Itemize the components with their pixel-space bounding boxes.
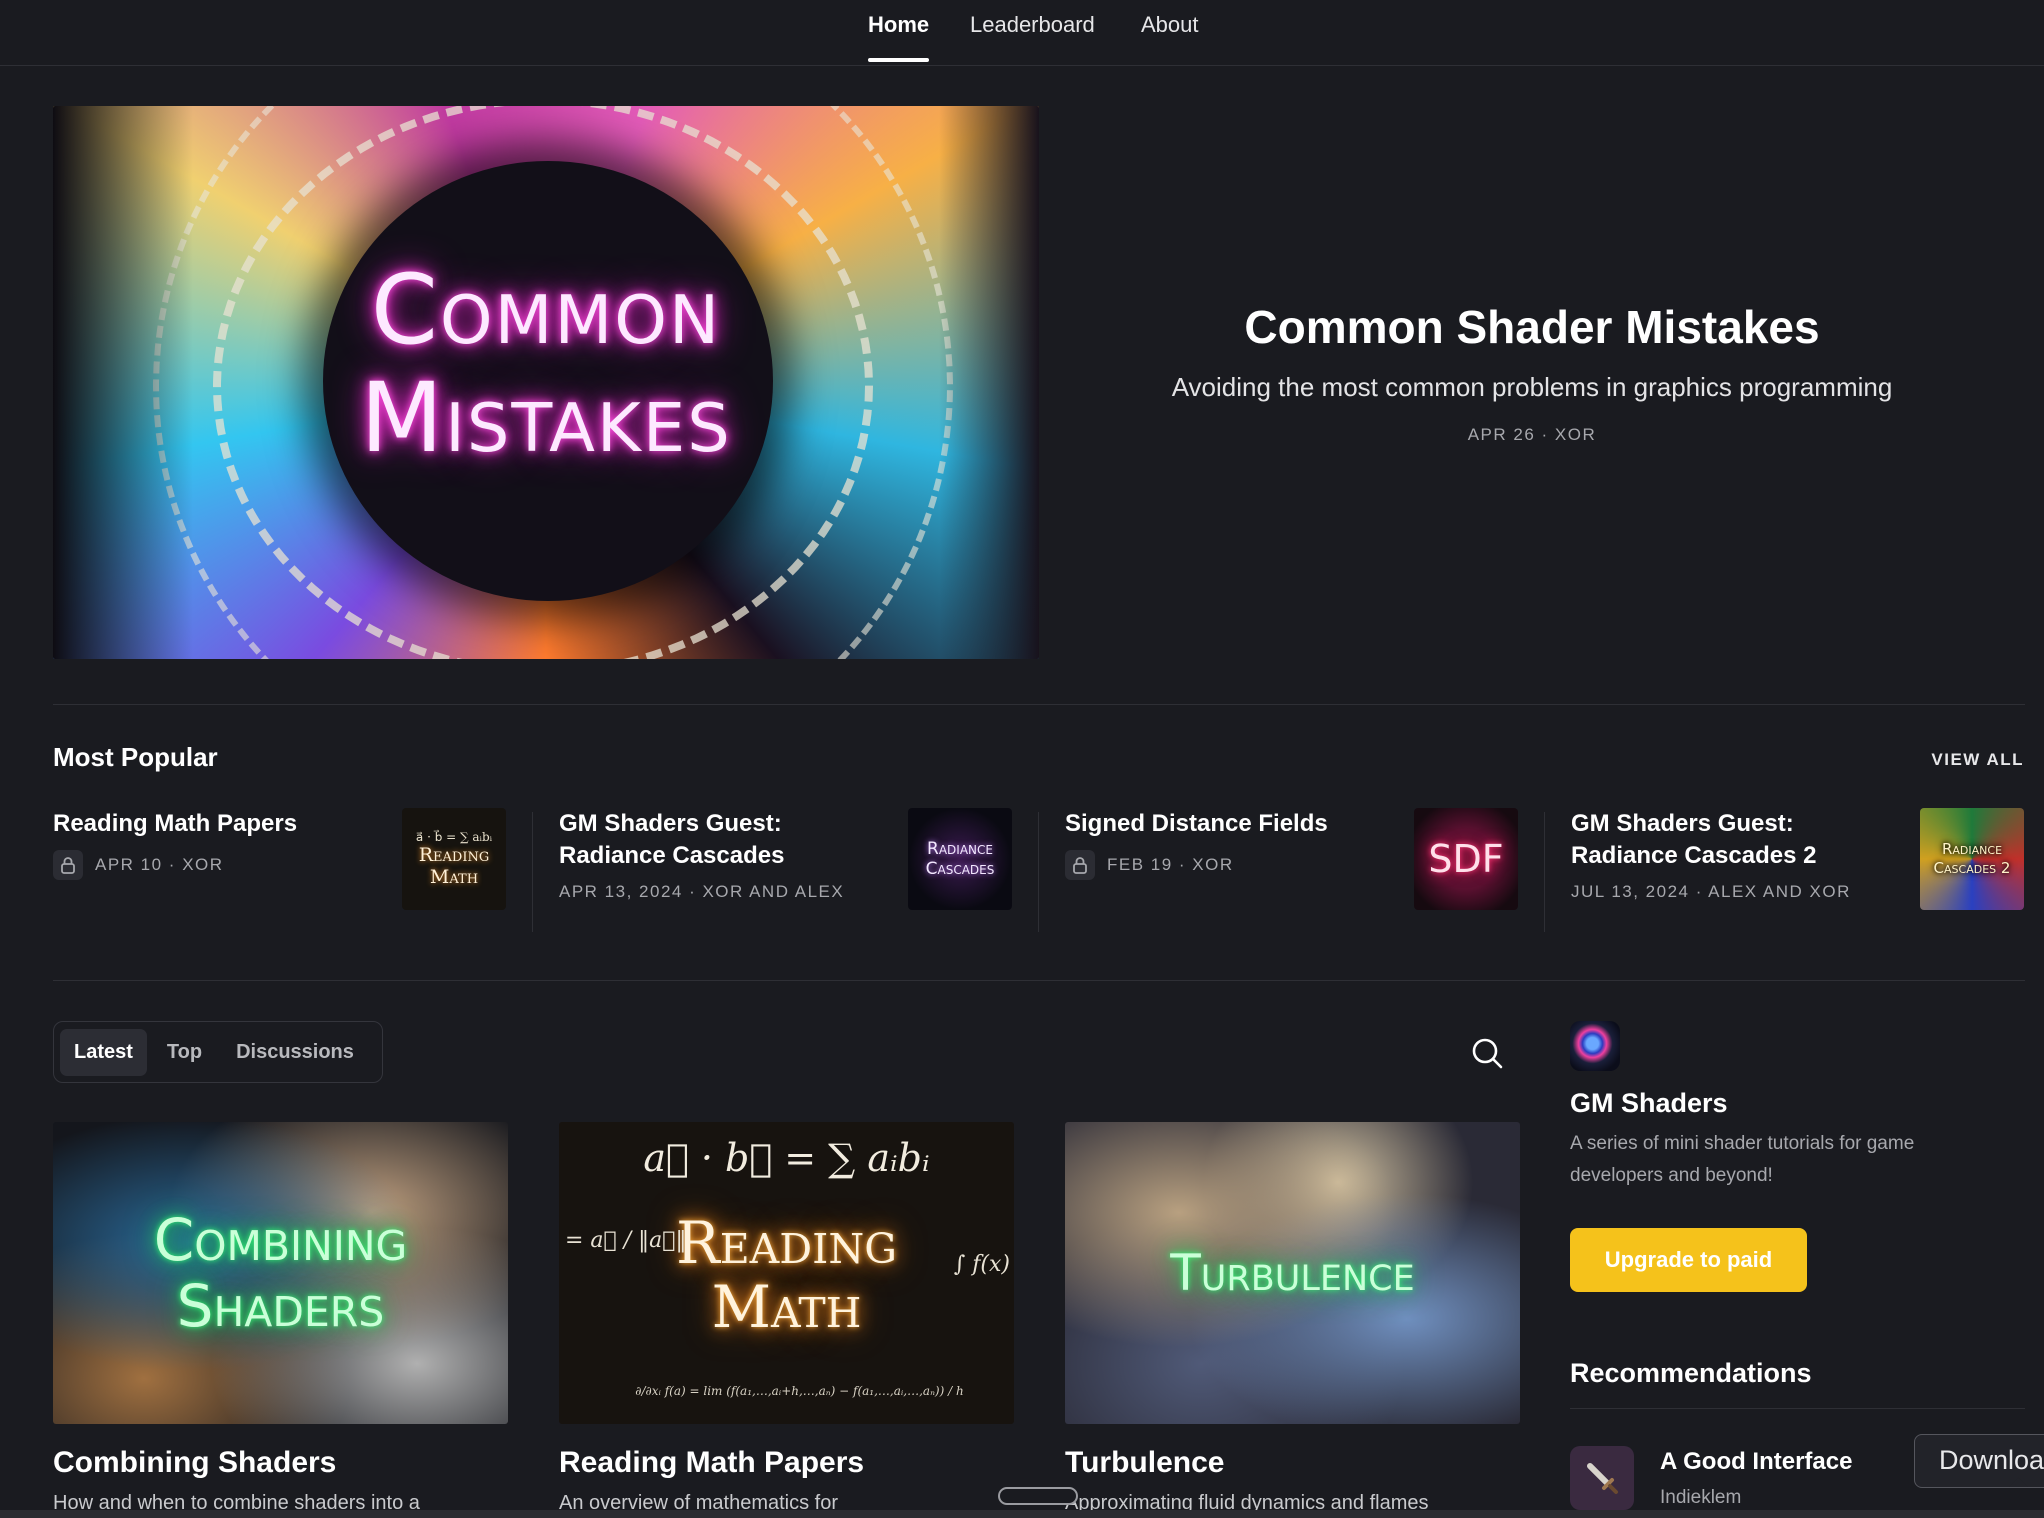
post-card-title: Turbulence <box>1065 1446 1225 1479</box>
section-divider <box>53 980 2025 981</box>
popular-item-thumbnail: SDF <box>1414 808 1518 910</box>
post-card-image: Combining Shaders <box>53 1122 508 1424</box>
popular-item-title: Signed Distance Fields <box>1065 810 1328 837</box>
bottom-bar <box>0 1510 2044 1518</box>
popular-item-meta: FEB 19 · XOR <box>1107 855 1234 874</box>
view-all-link[interactable]: VIEW ALL <box>1931 750 2024 770</box>
popular-item-meta-row: APR 10 · XOR <box>53 850 224 880</box>
popular-item[interactable]: Signed Distance Fields FEB 19 · XOR SDF <box>1065 808 1518 936</box>
hero-title[interactable]: Common Shader Mistakes <box>1100 300 1964 354</box>
hero-image-title-line: Common <box>370 254 722 366</box>
popular-item-meta: JUL 13, 2024 · ALEX AND XOR <box>1571 882 1851 901</box>
popular-item[interactable]: GM Shaders Guest: Radiance Cascades APR … <box>559 808 1012 936</box>
popular-item-meta-row: FEB 19 · XOR <box>1065 850 1234 880</box>
section-divider <box>53 704 2025 705</box>
tab-discussions[interactable]: Discussions <box>222 1029 368 1076</box>
hero-subtitle: Avoiding the most common problems in gra… <box>1171 372 1893 402</box>
popular-item-title: GM Shaders Guest: Radiance Cascades 2 <box>1571 810 1817 869</box>
thumbnail-text: Reading Math <box>418 844 490 888</box>
tab-latest[interactable]: Latest <box>60 1028 147 1076</box>
popular-item-thumbnail: Radiance Cascades 2 <box>1920 808 2024 910</box>
post-card[interactable]: Combining Shaders Combining Shaders How … <box>53 1122 508 1515</box>
post-card-image: a⃗ · b⃗ = ∑ aᵢbᵢ = a⃗ / ‖a⃗‖ ∫ f(x) Read… <box>559 1122 1014 1424</box>
formula-text: ∂/∂xᵢ f(a) = lim (f(a₁,…,aᵢ+h,…,aₙ) − f(… <box>635 1384 964 1398</box>
sword-icon <box>1587 1463 1618 1494</box>
recommendation-author: Indieklem <box>1660 1487 1742 1508</box>
top-nav: Home Leaderboard About <box>0 0 2044 66</box>
formula-text: a⃗ · b⃗ = ∑ aᵢbᵢ <box>643 1136 930 1180</box>
thumbnail-formula: a⃗ · b⃗ = ∑ aᵢbᵢ <box>415 830 493 844</box>
post-card[interactable]: a⃗ · b⃗ = ∑ aᵢbᵢ = a⃗ / ‖a⃗‖ ∫ f(x) Read… <box>559 1122 1014 1515</box>
popular-item-title: GM Shaders Guest: Radiance Cascades <box>559 810 785 869</box>
image-text-line: Math <box>711 1273 862 1341</box>
publication-name[interactable]: GM Shaders <box>1570 1088 1728 1119</box>
publication-logo[interactable] <box>1570 1021 1620 1071</box>
search-button[interactable] <box>1470 1036 1504 1070</box>
search-icon <box>1472 1038 1503 1069</box>
hero-image-title: Common Mistakes <box>53 256 1039 472</box>
scroll-indicator[interactable] <box>998 1487 1078 1505</box>
thumbnail-text: Radiance Cascades <box>925 839 995 879</box>
thumbnail-text: SDF <box>1428 837 1504 881</box>
image-text-line: Reading <box>676 1209 897 1277</box>
image-text-line: Shaders <box>176 1272 385 1340</box>
post-card-image-text: Reading Math <box>676 1211 897 1339</box>
post-card-title: Reading Math Papers <box>559 1446 865 1479</box>
recommendations-heading: Recommendations <box>1570 1358 1812 1388</box>
popular-item-thumbnail: a⃗ · b⃗ = ∑ aᵢbᵢ Reading Math <box>402 808 506 910</box>
post-card[interactable]: Turbulence Turbulence Approximating flui… <box>1065 1122 1520 1515</box>
hero-image-title-line: Mistakes <box>360 362 732 474</box>
post-card-title: Combining Shaders <box>53 1446 337 1479</box>
nav-tab-home[interactable]: Home <box>868 12 930 62</box>
hero-meta: APR 26 · XOR <box>1467 425 1597 444</box>
post-card-image-text: Combining Shaders <box>154 1207 408 1339</box>
lock-icon <box>1065 850 1095 880</box>
tab-top[interactable]: Top <box>153 1029 216 1076</box>
feed-tabs: Latest Top Discussions <box>53 1021 383 1083</box>
post-card-image-text: Turbulence <box>1170 1244 1415 1302</box>
thumbnail-text: Radiance Cascades 2 <box>1933 840 2011 877</box>
popular-separator <box>1544 812 1545 932</box>
most-popular-heading: Most Popular <box>53 742 218 772</box>
popular-item-title: Reading Math Papers <box>53 810 298 837</box>
popular-separator <box>1038 812 1039 932</box>
post-card-image: Turbulence <box>1065 1122 1520 1424</box>
popular-separator <box>532 812 533 932</box>
lock-icon <box>53 850 83 880</box>
popular-item-thumbnail: Radiance Cascades <box>908 808 1012 910</box>
upgrade-button[interactable]: Upgrade to paid <box>1570 1228 1807 1292</box>
image-text-line: Combining <box>153 1206 408 1274</box>
popular-item-meta: APR 13, 2024 · XOR AND ALEX <box>559 882 845 901</box>
popular-item[interactable]: Reading Math Papers APR 10 · XOR a⃗ · b⃗… <box>53 808 506 936</box>
publication-description: A series of mini shader tutorials for ga… <box>1570 1133 1915 1186</box>
nav-tab-about[interactable]: About <box>1141 12 1199 38</box>
formula-text: ∫ f(x) <box>953 1252 1010 1277</box>
popular-item-meta: APR 10 · XOR <box>95 855 224 874</box>
recommendations-divider <box>1570 1408 2025 1409</box>
formula-text: = a⃗ / ‖a⃗‖ <box>565 1228 687 1253</box>
hero-text: Common Shader Mistakes Avoiding the most… <box>1100 300 1964 445</box>
popular-item[interactable]: GM Shaders Guest: Radiance Cascades 2 JU… <box>1571 808 2024 936</box>
hero-image[interactable]: Common Mistakes <box>53 106 1039 659</box>
recommendation-name[interactable]: A Good Interface <box>1660 1448 1852 1476</box>
popular-item-meta-row: APR 13, 2024 · XOR AND ALEX <box>559 882 844 902</box>
nav-tab-leaderboard[interactable]: Leaderboard <box>970 12 1095 38</box>
download-button[interactable]: Download <box>1914 1434 2044 1488</box>
popular-item-meta-row: JUL 13, 2024 · ALEX AND XOR <box>1571 882 1851 902</box>
recommendation-icon[interactable] <box>1570 1446 1634 1510</box>
